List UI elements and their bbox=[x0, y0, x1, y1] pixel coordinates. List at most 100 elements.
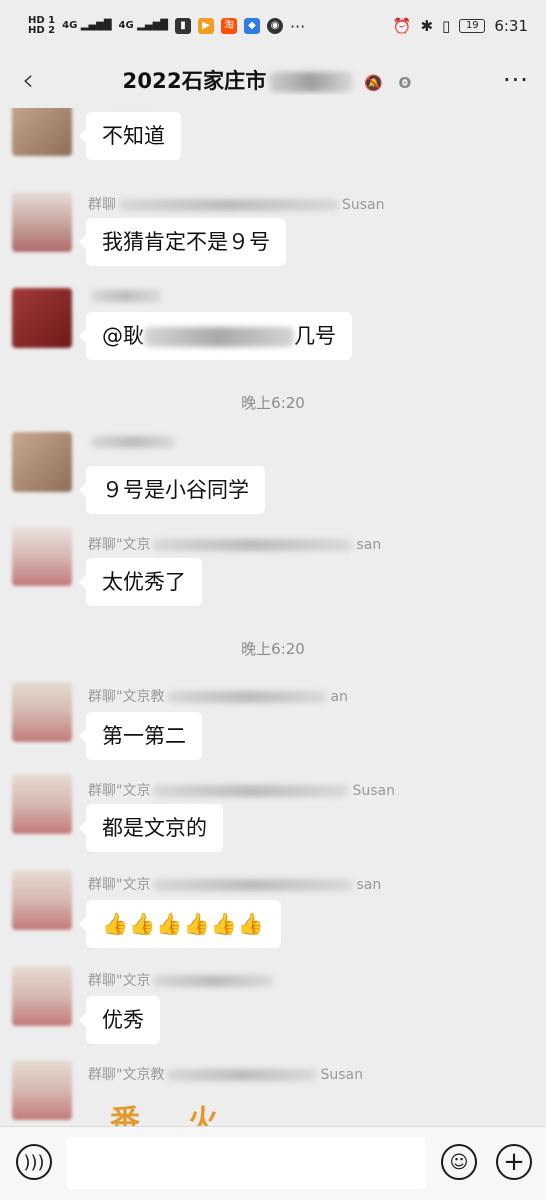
sender-prefix: 群聊"文京 bbox=[88, 973, 151, 989]
bluetooth-icon: ✱ bbox=[420, 17, 434, 35]
avatar[interactable] bbox=[12, 526, 72, 586]
emoji-button[interactable]: ☺ bbox=[441, 1144, 477, 1180]
chat-title-text: 2022石家庄市 bbox=[122, 69, 267, 93]
net2-label: 4G bbox=[118, 20, 134, 31]
sender-suffix: Susan bbox=[352, 783, 395, 799]
sender-name: 群聊"文京 bbox=[88, 970, 276, 990]
voice-input-button[interactable]: ))) bbox=[16, 1144, 52, 1180]
signal-1-icon: 4G ▂▄▆█ bbox=[62, 20, 112, 31]
redacted-mention bbox=[144, 327, 294, 347]
message-bubble[interactable]: 太优秀了 bbox=[79, 558, 202, 606]
avatar[interactable] bbox=[12, 432, 72, 492]
status-bar: HD 1 HD 2 4G ▂▄▆█ 4G ▂▄▆█ ▮ ▶ 淘 ◆ ◉ ··· … bbox=[0, 0, 546, 52]
sender-suffix: san bbox=[356, 537, 382, 553]
earpiece-icon: ʘ bbox=[398, 74, 412, 92]
sender-name bbox=[88, 288, 164, 304]
mute-icon: 🔕 bbox=[364, 74, 383, 92]
redacted-sender bbox=[167, 691, 328, 703]
partial-sticker-glyph: 火 bbox=[188, 1104, 218, 1126]
avatar[interactable] bbox=[12, 1060, 72, 1120]
message-bubble[interactable]: @耿 几号 bbox=[79, 312, 352, 360]
message-list[interactable]: 不知道 群聊 Susan 我猜肯定不是９号 @耿 几号 晚上6:20 ９号是小谷同学… bbox=[0, 108, 546, 1126]
plus-icon: + bbox=[503, 1147, 525, 1177]
message-bubble[interactable]: 优秀 bbox=[79, 996, 160, 1044]
message-text: 太优秀了 bbox=[102, 570, 186, 594]
sender-name: 群聊"文京 san bbox=[88, 534, 381, 554]
message-text: 我猜肯定不是９号 bbox=[102, 230, 270, 254]
more-options-button[interactable]: ··· bbox=[486, 52, 546, 108]
message-bubble[interactable]: 不知道 bbox=[79, 112, 181, 160]
redacted-sender bbox=[153, 539, 354, 551]
thumbs-up-emoji-row: 👍👍👍👍👍👍 bbox=[102, 912, 265, 936]
sender-name bbox=[88, 434, 178, 450]
avatar[interactable] bbox=[12, 192, 72, 252]
avatar[interactable] bbox=[12, 870, 72, 930]
message-bubble[interactable]: 都是文京的 bbox=[79, 804, 223, 852]
message-bubble[interactable]: 第一第二 bbox=[79, 712, 202, 760]
message-text: ９号是小谷同学 bbox=[102, 478, 249, 502]
redacted-sender bbox=[91, 290, 161, 302]
video-app-icon: ▶ bbox=[197, 18, 214, 34]
redacted-sender bbox=[153, 879, 354, 891]
sender-name: 群聊"文京 Susan bbox=[88, 780, 395, 800]
hd-indicator: HD 1 HD 2 bbox=[28, 16, 55, 36]
navigation-app-icon: ◆ bbox=[243, 18, 260, 34]
message-text: 都是文京的 bbox=[102, 816, 207, 840]
chat-header: ‹ 2022石家庄市 🔕 ʘ ··· bbox=[0, 52, 546, 108]
redacted-sender bbox=[153, 785, 350, 797]
avatar[interactable] bbox=[12, 774, 72, 834]
sender-name: 群聊"文京 san bbox=[88, 874, 381, 894]
avatar[interactable] bbox=[12, 288, 72, 348]
chevron-left-icon: ‹ bbox=[22, 62, 34, 98]
avatar[interactable] bbox=[12, 966, 72, 1026]
taobao-icon: 淘 bbox=[220, 18, 237, 34]
sender-prefix: 群聊"文京 bbox=[88, 783, 151, 799]
redacted-sender bbox=[167, 1069, 318, 1081]
smiley-icon: ☺ bbox=[449, 1151, 469, 1173]
signal-2-icon: 4G ▂▄▆█ bbox=[118, 20, 168, 31]
sender-prefix: 群聊"文京教 bbox=[88, 689, 165, 705]
avatar[interactable] bbox=[12, 108, 72, 156]
chat-title: 2022石家庄市 🔕 ʘ bbox=[56, 65, 486, 95]
sender-suffix: Susan bbox=[342, 197, 385, 213]
avatar[interactable] bbox=[12, 682, 72, 742]
mention-text: @耿 bbox=[102, 324, 144, 348]
battery-icon: 19 bbox=[459, 19, 486, 33]
more-icon: ··· bbox=[503, 66, 529, 94]
app-notification-icon: ▮ bbox=[174, 18, 191, 34]
sender-prefix: 群聊"文京 bbox=[88, 537, 151, 553]
message-bubble[interactable]: ９号是小谷同学 bbox=[79, 466, 265, 514]
sender-name: 群聊"文京教 an bbox=[88, 686, 348, 706]
sender-suffix: an bbox=[330, 689, 348, 705]
sender-suffix: san bbox=[356, 877, 382, 893]
redacted-title bbox=[268, 72, 353, 92]
sender-name: 群聊"文京教 Susan bbox=[88, 1064, 363, 1084]
sender-prefix: 群聊"文京教 bbox=[88, 1067, 165, 1083]
sender-prefix: 群聊 bbox=[88, 197, 116, 213]
message-text: 第一第二 bbox=[102, 724, 186, 748]
sender-suffix: Susan bbox=[320, 1067, 363, 1083]
message-text: 几号 bbox=[294, 324, 336, 348]
message-bubble[interactable]: 👍👍👍👍👍👍 bbox=[79, 900, 281, 948]
more-actions-button[interactable]: + bbox=[496, 1144, 532, 1180]
vibrate-icon: ▯ bbox=[442, 17, 451, 35]
redacted-sender bbox=[91, 436, 175, 448]
clock: 6:31 bbox=[494, 17, 528, 35]
timestamp: 晚上6:20 bbox=[241, 640, 305, 658]
message-text: 不知道 bbox=[102, 124, 165, 148]
input-bar: ))) ☺ + bbox=[0, 1126, 546, 1200]
browser-app-icon: ◉ bbox=[266, 18, 283, 34]
sender-prefix: 群聊"文京 bbox=[88, 877, 151, 893]
net1-label: 4G bbox=[62, 20, 78, 31]
redacted-sender bbox=[119, 199, 339, 211]
voice-icon: ))) bbox=[23, 1151, 45, 1173]
back-button[interactable]: ‹ bbox=[0, 52, 56, 108]
alarm-icon: ⏰ bbox=[392, 17, 412, 35]
message-bubble[interactable]: 我猜肯定不是９号 bbox=[79, 218, 286, 266]
hd2-label: HD 2 bbox=[28, 25, 56, 36]
more-notifications-icon: ··· bbox=[289, 16, 306, 36]
timestamp: 晚上6:20 bbox=[241, 394, 305, 412]
partial-sticker-glyph: 番 bbox=[110, 1104, 140, 1126]
sender-name: 群聊 Susan bbox=[88, 194, 385, 214]
message-input[interactable] bbox=[66, 1137, 426, 1189]
